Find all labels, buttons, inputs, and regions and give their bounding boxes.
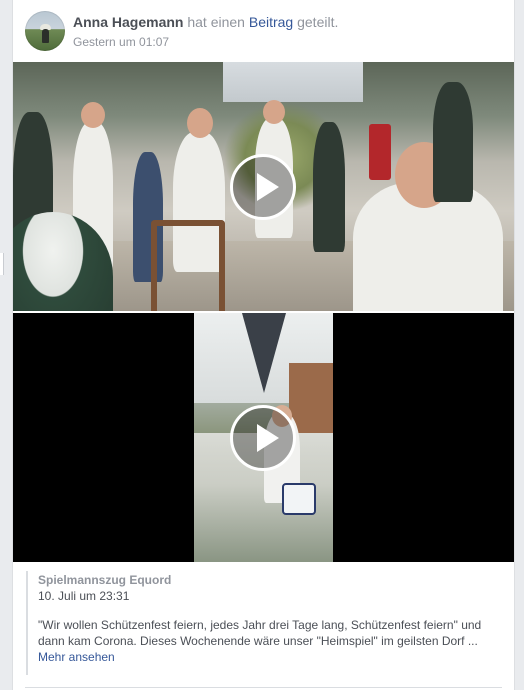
shared-page-name[interactable]: Spielmannszug Equord (38, 573, 171, 587)
video-1[interactable] (13, 62, 514, 311)
feed-post: Anna Hagemann hat einen Beitrag geteilt.… (12, 0, 515, 690)
divider (25, 687, 502, 688)
shared-post-preview[interactable]: Spielmannszug Equord 10. Juli um 23:31 "… (26, 571, 503, 675)
avatar[interactable] (25, 11, 65, 51)
see-more-link[interactable]: Mehr ansehen (38, 649, 115, 665)
side-panel-handle[interactable] (0, 253, 4, 275)
shared-post-date[interactable]: 10. Juli um 23:31 (38, 589, 129, 603)
action-suffix: geteilt. (293, 14, 339, 30)
post-timestamp[interactable]: Gestern um 01:07 (73, 35, 169, 49)
play-icon[interactable] (230, 405, 296, 471)
shared-post-text: "Wir wollen Schützenfest feiern, jedes J… (38, 617, 493, 665)
video-2[interactable] (13, 313, 514, 562)
post-header: Anna Hagemann hat einen Beitrag geteilt.… (13, 0, 514, 62)
author-name[interactable]: Anna Hagemann (73, 14, 183, 30)
shared-post-body: "Wir wollen Schützenfest feiern, jedes J… (38, 618, 482, 648)
action-prefix: hat einen (183, 14, 249, 30)
post-headline: Anna Hagemann hat einen Beitrag geteilt. (73, 14, 338, 30)
shared-post-link[interactable]: Beitrag (249, 14, 293, 30)
play-icon[interactable] (230, 154, 296, 220)
